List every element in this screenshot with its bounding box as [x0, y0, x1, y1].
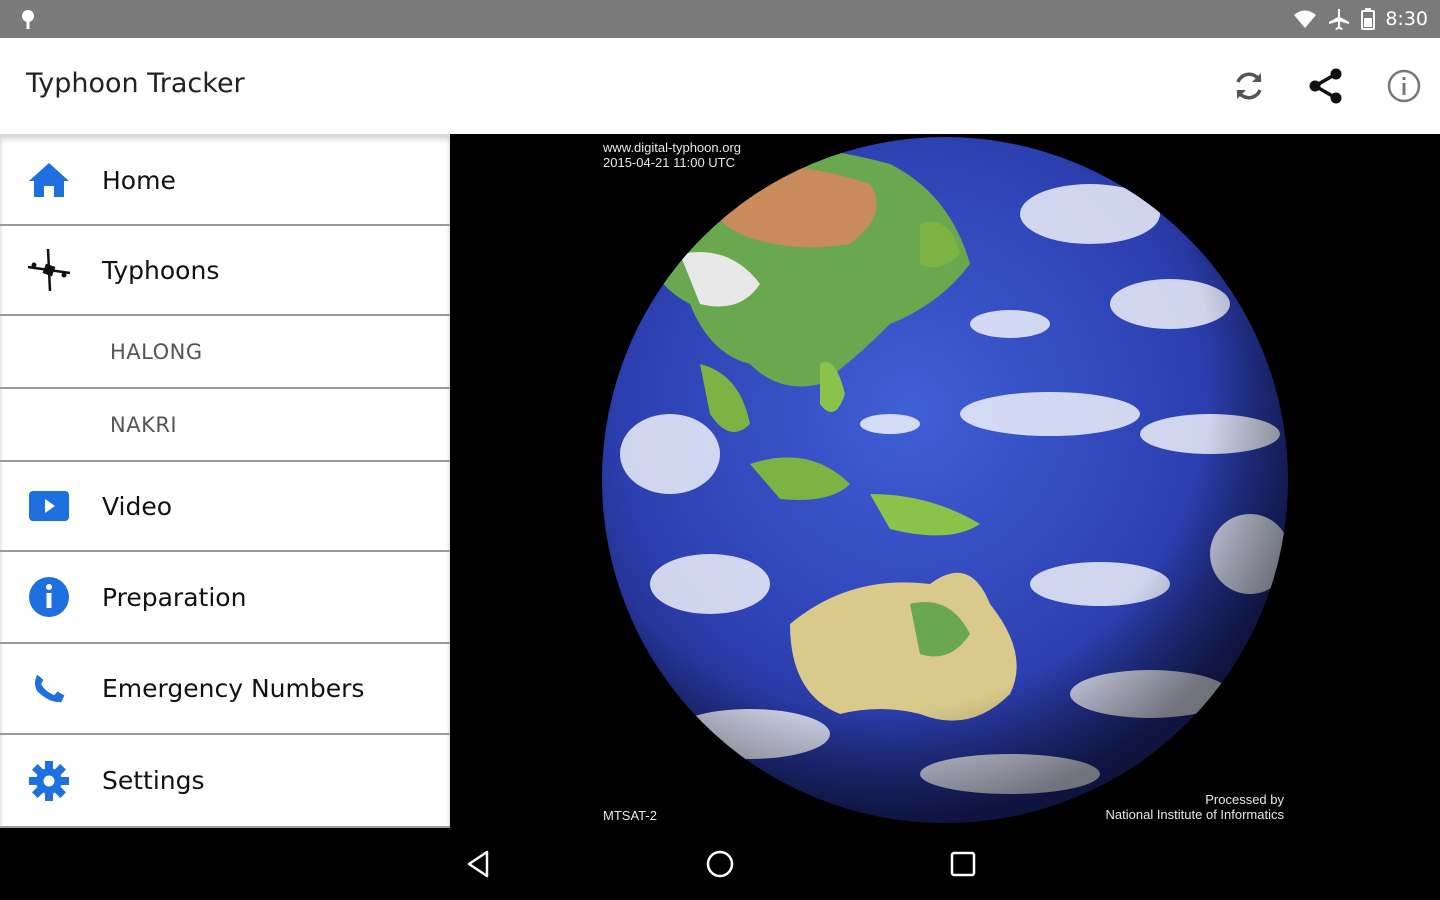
refresh-icon: [1236, 72, 1262, 100]
drawer-subitem-nakri[interactable]: NAKRI: [0, 389, 450, 462]
drawer-item-video[interactable]: Video: [0, 462, 450, 552]
app-bar: Typhoon Tracker: [0, 38, 1440, 134]
battery-icon: [1361, 8, 1376, 30]
back-icon: [467, 850, 489, 878]
drawer-subitem-label: NAKRI: [110, 412, 178, 437]
satellite-name: MTSAT-2: [603, 808, 657, 823]
drawer-item-preparation[interactable]: Preparation: [0, 552, 450, 644]
share-button[interactable]: [1302, 62, 1350, 110]
drawer-item-label: Home: [102, 165, 176, 195]
drawer-item-settings[interactable]: Settings: [0, 735, 450, 828]
info-button[interactable]: [1380, 62, 1428, 110]
source-timestamp: 2015-04-21 11:00 UTC: [603, 155, 736, 170]
credit-caption: Processed by National Institute of Infor…: [1106, 792, 1284, 822]
info-icon: [1387, 69, 1421, 103]
drawer-item-label: Emergency Numbers: [102, 674, 365, 703]
status-bar: 8:30: [0, 0, 1440, 38]
source-url: www.digital-typhoon.org: [603, 140, 742, 155]
airplane-mode-icon: [1329, 9, 1350, 30]
drawer-subitem-label: HALONG: [110, 339, 203, 364]
credit-institute: National Institute of Informatics: [1105, 807, 1284, 822]
info-circle-icon: [26, 574, 72, 620]
earth-globe-image: [602, 137, 1288, 823]
drawer-item-home[interactable]: Home: [0, 136, 450, 226]
share-icon: [1309, 68, 1342, 104]
wifi-icon: [1294, 10, 1317, 28]
drawer-item-label: Typhoons: [102, 255, 220, 285]
drawer-item-typhoons[interactable]: Typhoons: [0, 226, 450, 316]
typhoon-satellite-icon: [26, 247, 72, 293]
home-circle-icon: [706, 850, 734, 878]
phone-icon: [26, 666, 72, 712]
drawer-item-label: Preparation: [102, 582, 247, 612]
gear-icon: [26, 758, 72, 804]
drawer-item-label: Settings: [102, 766, 205, 795]
home-nav-button[interactable]: [698, 842, 742, 886]
drawer-item-emergency-numbers[interactable]: Emergency Numbers: [0, 644, 450, 735]
source-caption: www.digital-typhoon.org 2015-04-21 11:00…: [603, 140, 741, 170]
recents-button[interactable]: [941, 842, 985, 886]
credit-line: Processed by: [1205, 792, 1284, 807]
status-time: 8:30: [1385, 8, 1428, 30]
home-icon: [26, 157, 72, 203]
recents-icon: [950, 851, 976, 877]
location-pin-icon: [22, 10, 34, 29]
drawer-item-label: Video: [102, 491, 173, 521]
back-button[interactable]: [456, 842, 500, 886]
satellite-image-view[interactable]: www.digital-typhoon.org 2015-04-21 11:00…: [450, 134, 1440, 828]
refresh-button[interactable]: [1225, 62, 1273, 110]
system-nav-bar: [0, 828, 1440, 900]
drawer-subitem-halong[interactable]: HALONG: [0, 316, 450, 389]
app-title: Typhoon Tracker: [26, 68, 245, 99]
video-play-icon: [26, 483, 72, 529]
